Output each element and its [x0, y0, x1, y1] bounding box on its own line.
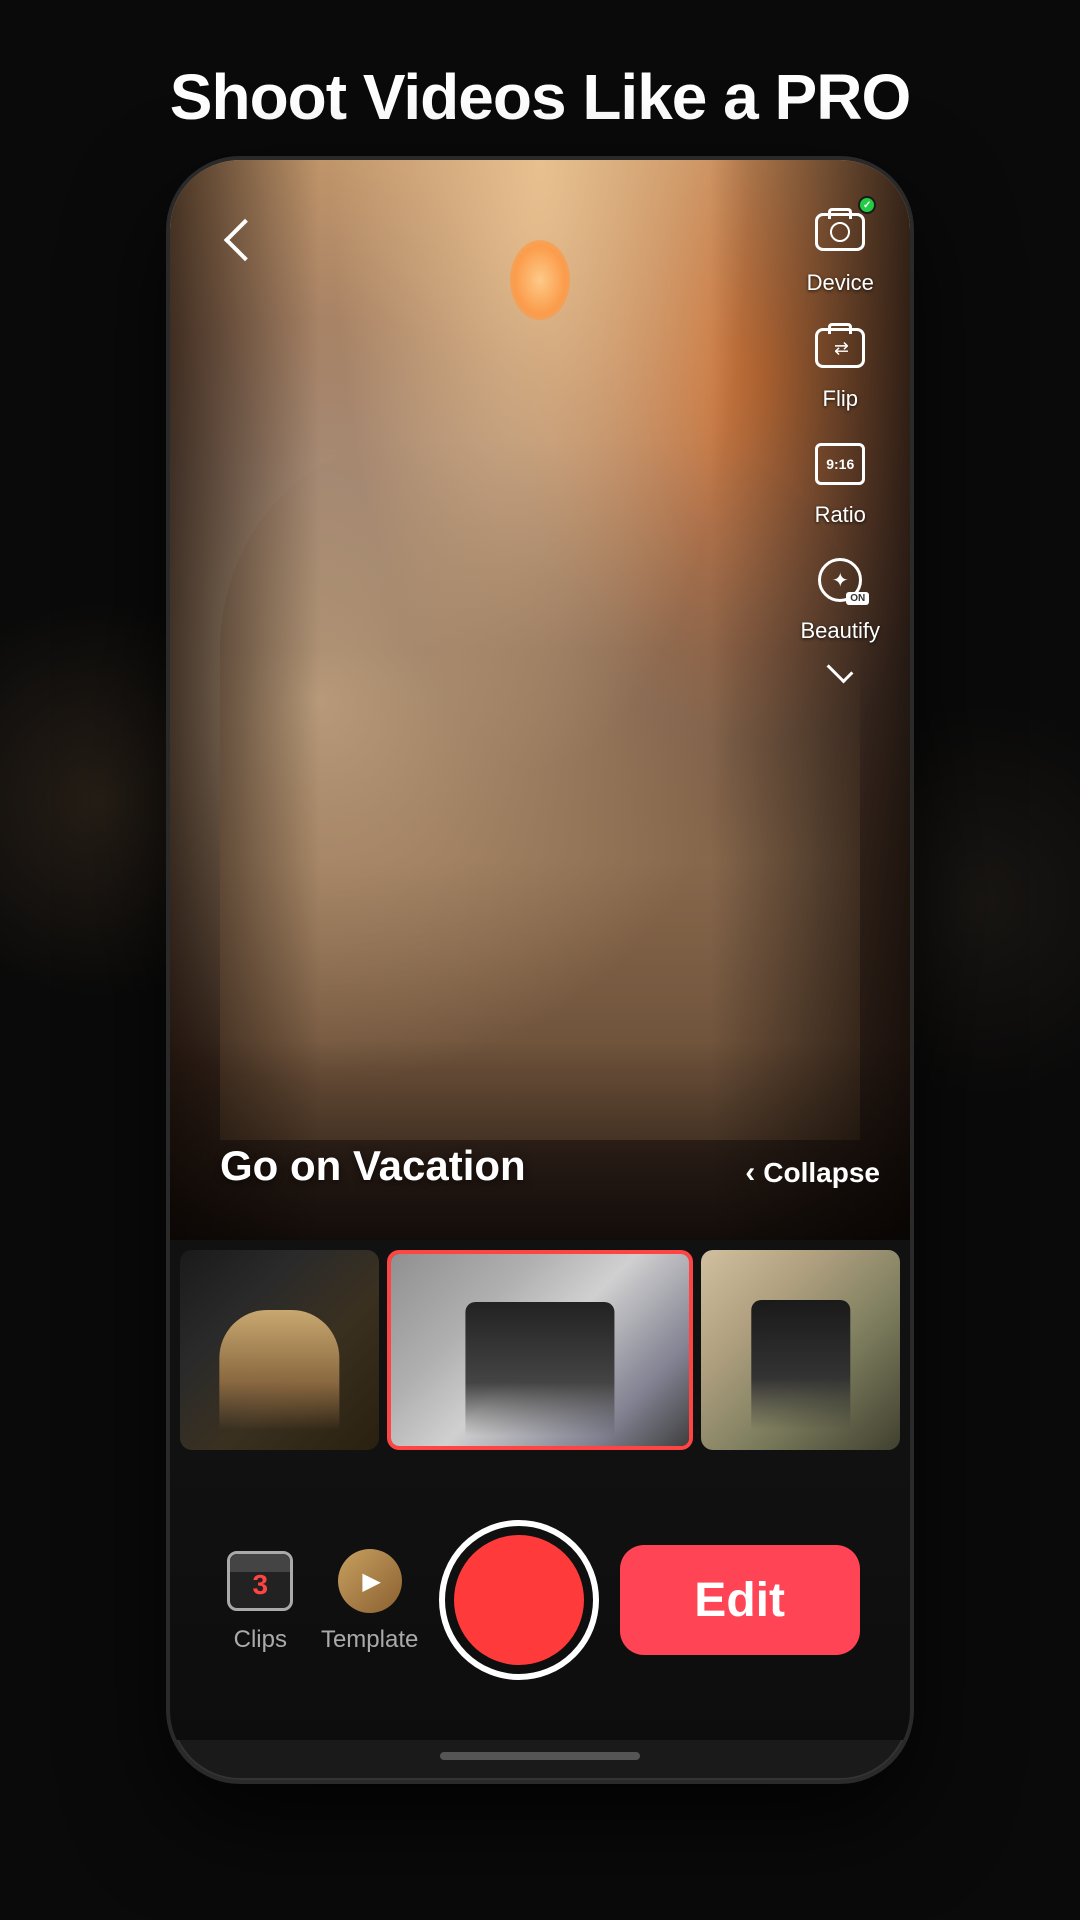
collapse-chevron-icon: ‹: [745, 1156, 755, 1190]
template-circle-icon: [338, 1549, 402, 1613]
home-indicator: [440, 1752, 640, 1760]
clips-count: 3: [253, 1569, 269, 1601]
device-label: Device: [807, 270, 874, 296]
right-toolbar: Device ⇅ Flip 9:16 Ratio: [801, 200, 881, 684]
template-label: Template: [321, 1626, 418, 1654]
thumbnail-3[interactable]: [701, 1250, 900, 1450]
beautify-icon: ✦ ON: [808, 548, 872, 612]
clips-button[interactable]: 3 Clips: [220, 1546, 300, 1654]
flip-label: Flip: [823, 386, 858, 412]
ratio-button[interactable]: 9:16 Ratio: [808, 432, 872, 528]
thumb-1-background: [180, 1250, 379, 1450]
flip-camera-icon: ⇅: [815, 328, 865, 368]
clips-icon: 3: [220, 1546, 300, 1616]
record-inner-circle: [454, 1535, 584, 1665]
clips-label: Clips: [234, 1626, 287, 1654]
collapse-label: Collapse: [763, 1157, 880, 1189]
scene-caption: Go on Vacation: [220, 1142, 526, 1190]
clips-calendar-icon: 3: [227, 1551, 293, 1611]
beautify-face-icon: ✦ ON: [813, 555, 867, 605]
camera-lens: [830, 222, 850, 242]
ratio-icon: 9:16: [808, 432, 872, 496]
flip-button[interactable]: ⇅ Flip: [808, 316, 872, 412]
thumbnail-strip: [170, 1240, 910, 1460]
thumb-2-background: [391, 1254, 689, 1446]
back-arrow-icon: [224, 219, 266, 261]
thumb-3-background: [701, 1250, 900, 1450]
beautify-label: Beautify: [801, 618, 881, 644]
thumbnail-2-active[interactable]: [387, 1250, 693, 1450]
viewfinder: Device ⇅ Flip 9:16 Ratio: [170, 160, 910, 1240]
device-icon: [808, 200, 872, 264]
template-icon: [330, 1546, 410, 1616]
ratio-frame-icon: 9:16: [815, 443, 865, 485]
flip-icon: ⇅: [808, 316, 872, 380]
template-button[interactable]: Template: [321, 1546, 418, 1654]
edit-button[interactable]: Edit: [620, 1545, 860, 1655]
phone-frame: Device ⇅ Flip 9:16 Ratio: [170, 160, 910, 1780]
bottom-control-bar: 3 Clips Template Edit: [170, 1460, 910, 1740]
collapse-button[interactable]: ‹ Collapse: [745, 1156, 880, 1190]
back-button[interactable]: [210, 210, 270, 270]
chevron-down-icon: [827, 657, 854, 684]
edit-label: Edit: [694, 1573, 785, 1628]
on-badge: ON: [846, 592, 869, 605]
thumbnail-1[interactable]: [180, 1250, 379, 1450]
green-dot-icon: [858, 196, 876, 214]
beautify-button[interactable]: ✦ ON Beautify: [801, 548, 881, 644]
window-light-effect: [510, 240, 570, 320]
flip-arrows-icon: ⇅: [830, 340, 851, 355]
bottom-gradient: [170, 1040, 910, 1240]
ratio-value: 9:16: [826, 457, 854, 471]
page-title: Shoot Videos Like a PRO: [0, 0, 1080, 174]
device-button[interactable]: Device: [807, 200, 874, 296]
more-options-button[interactable]: [824, 664, 856, 684]
ratio-label: Ratio: [815, 502, 866, 528]
record-button[interactable]: [439, 1520, 599, 1680]
camera-body: [815, 213, 865, 251]
